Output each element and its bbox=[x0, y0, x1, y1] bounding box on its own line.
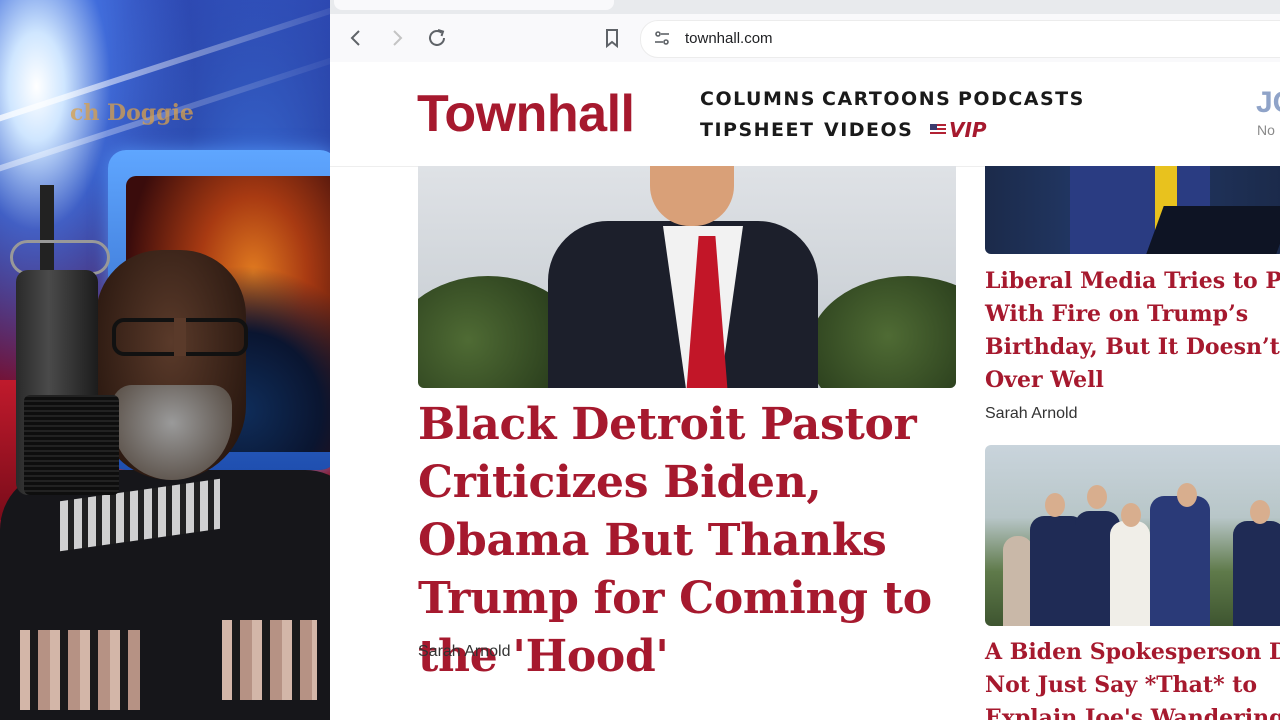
tree bbox=[808, 276, 956, 388]
reload-button[interactable] bbox=[423, 24, 451, 52]
bookmark-button[interactable] bbox=[598, 24, 626, 52]
figure-face bbox=[650, 166, 734, 226]
microphone-grill bbox=[24, 395, 119, 495]
figure-head bbox=[1250, 500, 1270, 524]
site-header: Townhall COLUMNS CARTOONS PODCASTS TIPSH… bbox=[330, 62, 1280, 167]
streamer-glasses bbox=[112, 318, 248, 356]
bookmark-icon bbox=[606, 29, 618, 49]
sidebar-story-title-line[interactable]: Explain Joe's Wandering O bbox=[985, 702, 1280, 720]
reload-icon bbox=[429, 29, 445, 46]
address-bar[interactable]: townhall.com bbox=[640, 20, 1280, 58]
webcam-overlay: ch Doggie bbox=[0, 0, 365, 720]
site-info-icon[interactable] bbox=[653, 29, 671, 47]
site-logo[interactable]: Townhall bbox=[417, 84, 635, 144]
nav-cartoons[interactable]: CARTOONS bbox=[822, 88, 951, 110]
figure bbox=[1150, 496, 1210, 626]
figure-head bbox=[1045, 493, 1065, 517]
browser-window: townhall.com Townhall COLUMNS CARTOONS P… bbox=[330, 0, 1280, 720]
shirt-pocket bbox=[222, 620, 317, 700]
chevron-right-icon bbox=[393, 30, 403, 46]
active-tab[interactable] bbox=[334, 0, 614, 10]
join-subtext: No bbox=[1257, 122, 1275, 138]
sidebar-story-image[interactable] bbox=[985, 166, 1280, 254]
sidebar-story-title-line[interactable]: Liberal Media Tries to Play bbox=[985, 265, 1280, 298]
nav-vip[interactable]: VIP bbox=[930, 118, 987, 142]
sidebar-story-title-line[interactable]: Not Just Say *That* to bbox=[985, 669, 1280, 702]
sidebar-story-title-line[interactable]: Over Well bbox=[985, 364, 1280, 397]
main-story-image[interactable] bbox=[418, 166, 956, 388]
figure-head bbox=[1087, 485, 1107, 509]
figure bbox=[1003, 536, 1033, 626]
nav-podcasts[interactable]: PODCASTS bbox=[958, 88, 1085, 110]
nav-vip-label: VIP bbox=[949, 118, 987, 142]
url-text[interactable]: townhall.com bbox=[685, 30, 773, 47]
monitor-text: ch Doggie bbox=[70, 100, 194, 126]
figure bbox=[1110, 521, 1150, 626]
flag-icon bbox=[930, 124, 946, 136]
nav-columns[interactable]: COLUMNS bbox=[700, 88, 816, 110]
main-story-author[interactable]: Sarah Arnold bbox=[418, 643, 511, 661]
podium bbox=[1146, 206, 1280, 254]
sidebar-story-image[interactable] bbox=[985, 445, 1280, 626]
browser-toolbar: townhall.com bbox=[330, 14, 1280, 63]
figure-head bbox=[1177, 483, 1197, 507]
forward-button[interactable] bbox=[383, 24, 411, 52]
sidebar-story-title-line[interactable]: A Biden Spokesperson Did bbox=[985, 636, 1280, 669]
join-link[interactable]: JO bbox=[1256, 86, 1280, 120]
back-button[interactable] bbox=[342, 24, 370, 52]
figure-head bbox=[1121, 503, 1141, 527]
chevron-left-icon bbox=[350, 30, 360, 46]
shirt-pocket bbox=[20, 630, 140, 710]
tab-strip bbox=[330, 0, 1280, 14]
nav-tipsheet[interactable]: TIPSHEET bbox=[700, 119, 814, 141]
sidebar-story-title-line[interactable]: Birthday, But It Doesn’t Go bbox=[985, 331, 1280, 364]
nav-videos[interactable]: VIDEOS bbox=[824, 119, 913, 141]
figure bbox=[1233, 521, 1280, 626]
sidebar-story-author[interactable]: Sarah Arnold bbox=[985, 405, 1078, 423]
sidebar-story-title-line[interactable]: With Fire on Trump’s bbox=[985, 298, 1280, 331]
